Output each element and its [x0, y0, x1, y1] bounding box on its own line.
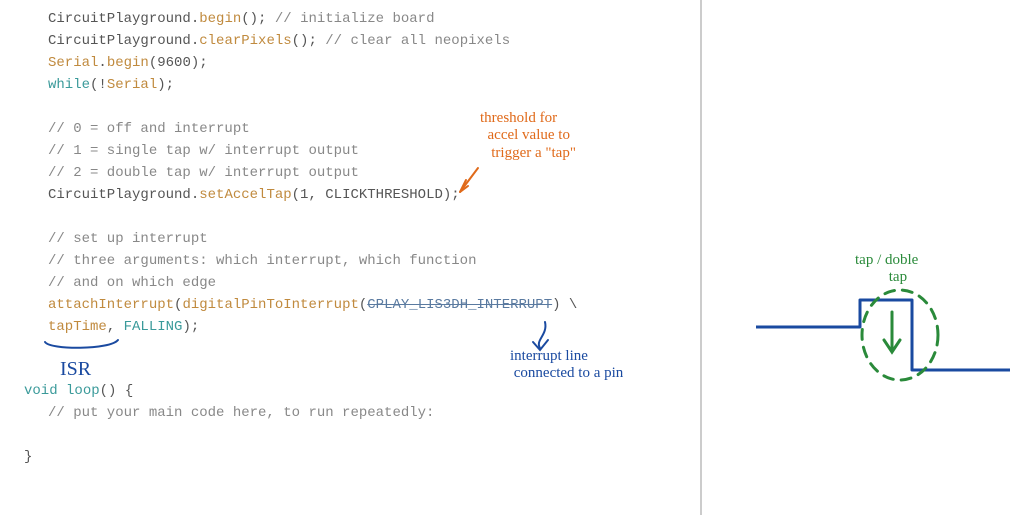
code-line [48, 206, 700, 228]
code-line [48, 96, 700, 118]
code-line: CircuitPlayground.begin(); // initialize… [48, 8, 700, 30]
code-line: // 1 = single tap w/ interrupt output [48, 140, 700, 162]
code-line: // set up interrupt [48, 228, 700, 250]
annotation-tap-double: tap / doble tap [855, 252, 918, 287]
code-line: } [24, 446, 700, 468]
code-line: // three arguments: which interrupt, whi… [48, 250, 700, 272]
code-line: attachInterrupt(digitalPinToInterrupt(CP… [48, 294, 700, 316]
code-line: // 0 = off and interrupt [48, 118, 700, 140]
code-line: void loop() { [24, 380, 700, 402]
code-line: Serial.begin(9600); [48, 52, 700, 74]
code-line: CircuitPlayground.clearPixels(); // clea… [48, 30, 700, 52]
code-editor-panel[interactable]: CircuitPlayground.begin(); // initialize… [0, 0, 702, 515]
code-line: CircuitPlayground.setAccelTap(1, CLICKTH… [48, 184, 700, 206]
code-line [48, 424, 700, 446]
code-line: // 2 = double tap w/ interrupt output [48, 162, 700, 184]
code-line: tapTime, FALLING); [48, 316, 700, 338]
code-line: // and on which edge [48, 272, 700, 294]
code-line: // put your main code here, to run repea… [48, 402, 700, 424]
code-line: while(!Serial); [48, 74, 700, 96]
